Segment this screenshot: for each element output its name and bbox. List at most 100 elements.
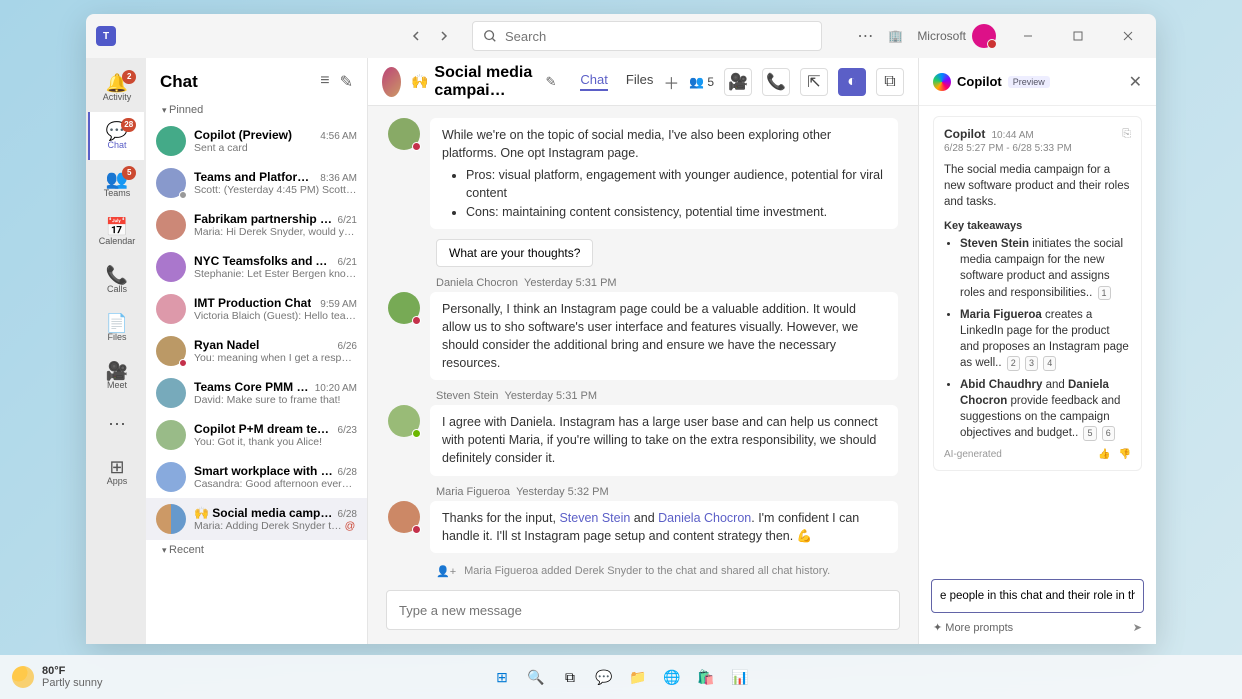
pinned-app-icon[interactable]: 📊 [727,664,753,690]
chat-item[interactable]: Copilot P+M dream team6/23 You: Got it, … [146,414,367,456]
message-header: Daniela Chocron Yesterday 5:31 PM [388,277,898,289]
takeaway-item: Steven Stein initiates the social media … [960,236,1131,300]
weather-icon [12,666,34,688]
reference-chip[interactable]: 6 [1102,426,1115,441]
popout-button[interactable]: ⧉ [876,68,904,96]
group-avatar [382,67,401,97]
search-box[interactable] [472,21,822,51]
rail-item-calls[interactable]: 📞Calls [88,256,144,304]
nav-back-button[interactable] [404,24,428,48]
files-icon: 📄 [106,314,128,332]
chat-name: 🙌 Social media camp… [194,506,332,520]
share-button[interactable]: ⇱ [800,68,828,96]
chat-app-icon[interactable]: 💬 [591,664,617,690]
rail-item-apps[interactable]: ⊞Apps [88,448,144,496]
start-button[interactable]: ⊞ [489,664,515,690]
reference-chip[interactable]: 4 [1043,356,1056,371]
chat-avatar [156,252,186,282]
chat-avatar [156,420,186,450]
more-icon: ⋯ [108,415,126,433]
rail-item-chat[interactable]: 💬28Chat [88,112,144,160]
compose-input[interactable] [399,603,887,618]
participants-count[interactable]: 👥 5 [689,75,714,89]
chat-name: Smart workplace with Te… [194,464,334,478]
nav-forward-button[interactable] [432,24,456,48]
activity-icon: 🔔2 [106,74,128,92]
calls-icon: 📞 [106,266,128,284]
chat-preview: You: Got it, thank you Alice! [194,436,357,448]
new-chat-icon[interactable]: ✎ [340,72,353,92]
chat-item[interactable]: IMT Production Chat9:59 AM Victoria Blai… [146,288,367,330]
tab-files[interactable]: Files [626,72,653,91]
message: Maria Figueroa Yesterday 5:32 PM Thanks … [368,484,918,561]
video-call-button[interactable]: 🎥 [724,68,752,96]
rail-item-activity[interactable]: 🔔2Activity [88,64,144,112]
send-button[interactable]: ➤ [1133,621,1142,634]
key-takeaways-label: Key takeaways [944,220,1131,232]
taskview-icon[interactable]: ⧉ [557,664,583,690]
filter-icon[interactable]: ≡ [320,72,329,92]
rail-item-more[interactable]: ⋯ [88,400,144,448]
chat-time: 6/26 [338,341,357,352]
chat-time: 6/28 [338,467,357,478]
chat-item[interactable]: Copilot (Preview)4:56 AM Sent a card [146,120,367,162]
store-icon[interactable]: 🛍️ [693,664,719,690]
chat-item[interactable]: Teams Core PMM te…10:20 AM David: Make s… [146,372,367,414]
reference-chip[interactable]: 1 [1098,286,1111,301]
chat-item[interactable]: Fabrikam partnership co…6/21 Maria: Hi D… [146,204,367,246]
window-minimize-button[interactable] [1010,22,1046,50]
chat-time: 10:20 AM [315,383,357,394]
conversation-title: Social media campai… [434,64,535,100]
more-menu-button[interactable]: ⋯ [857,26,874,46]
chat-item[interactable]: 🙌 Social media camp…6/28 Maria: Adding D… [146,498,367,540]
recent-section-label[interactable]: Recent [146,540,367,560]
chat-item[interactable]: Teams and Platform …8:36 AM Scott: (Yest… [146,162,367,204]
reference-chip[interactable]: 5 [1083,426,1096,441]
chat-avatar [156,378,186,408]
rail-item-calendar[interactable]: 📅Calendar [88,208,144,256]
message-body: Personally, I think an Instagram page co… [430,292,898,381]
thumbs-up-button[interactable]: 👍 [1098,449,1110,460]
takeaway-item: Maria Figueroa creates a LinkedIn page f… [960,307,1131,371]
tab-chat[interactable]: Chat [580,72,607,91]
message-body: I agree with Daniela. Instagram has a la… [430,405,898,475]
chat-item[interactable]: Ryan Nadel6/26 You: meaning when I get a… [146,330,367,372]
more-prompts-link[interactable]: More prompts [945,622,1013,634]
user-avatar[interactable] [972,24,996,48]
preview-badge: Preview [1008,76,1050,88]
explorer-icon[interactable]: 📁 [625,664,651,690]
taskbar-search-icon[interactable]: 🔍 [523,664,549,690]
window-maximize-button[interactable] [1060,22,1096,50]
thumbs-down-button[interactable]: 👎 [1119,449,1131,460]
edge-icon[interactable]: 🌐 [659,664,685,690]
chat-item[interactable]: Smart workplace with Te…6/28 Casandra: G… [146,456,367,498]
reference-chip[interactable]: 3 [1025,356,1038,371]
ai-generated-label: AI-generated [944,449,1002,460]
rail-item-meet[interactable]: 🎥Meet [88,352,144,400]
add-tab-button[interactable]: ＋ [663,70,679,94]
messages-area[interactable]: While we're on the topic of social media… [368,106,918,580]
chat-icon: 💬28 [106,122,128,140]
copilot-input[interactable] [940,590,1135,602]
copilot-input-box[interactable] [931,579,1144,613]
rail-item-files[interactable]: 📄Files [88,304,144,352]
weather-condition: Partly sunny [42,677,103,689]
rail-item-teams[interactable]: 👥5Teams [88,160,144,208]
compose-box[interactable] [386,590,900,630]
copilot-logo-icon [933,73,951,91]
quick-reply-chip[interactable]: What are your thoughts? [436,239,593,267]
copilot-button[interactable]: ◐ [838,68,866,96]
copy-response-icon[interactable]: ⎘ [1122,128,1131,141]
message-body: Thanks for the input, Steven Stein and D… [430,501,898,553]
edit-title-icon[interactable]: ✎ [546,74,557,90]
reference-chip[interactable]: 2 [1007,356,1020,371]
taskbar-weather[interactable]: 80°F Partly sunny [12,665,103,689]
org-switcher-icon[interactable]: 🏢 [888,29,903,43]
window-close-button[interactable] [1110,22,1146,50]
conversation-header: 🙌 Social media campai… ✎ ChatFiles ＋ 👥 5… [368,58,918,106]
search-input[interactable] [505,29,811,44]
chat-item[interactable]: NYC Teamsfolks and Alli…6/21 Stephanie: … [146,246,367,288]
pinned-section-label[interactable]: Pinned [146,100,367,120]
close-copilot-button[interactable]: ✕ [1129,72,1142,92]
audio-call-button[interactable]: 📞 [762,68,790,96]
